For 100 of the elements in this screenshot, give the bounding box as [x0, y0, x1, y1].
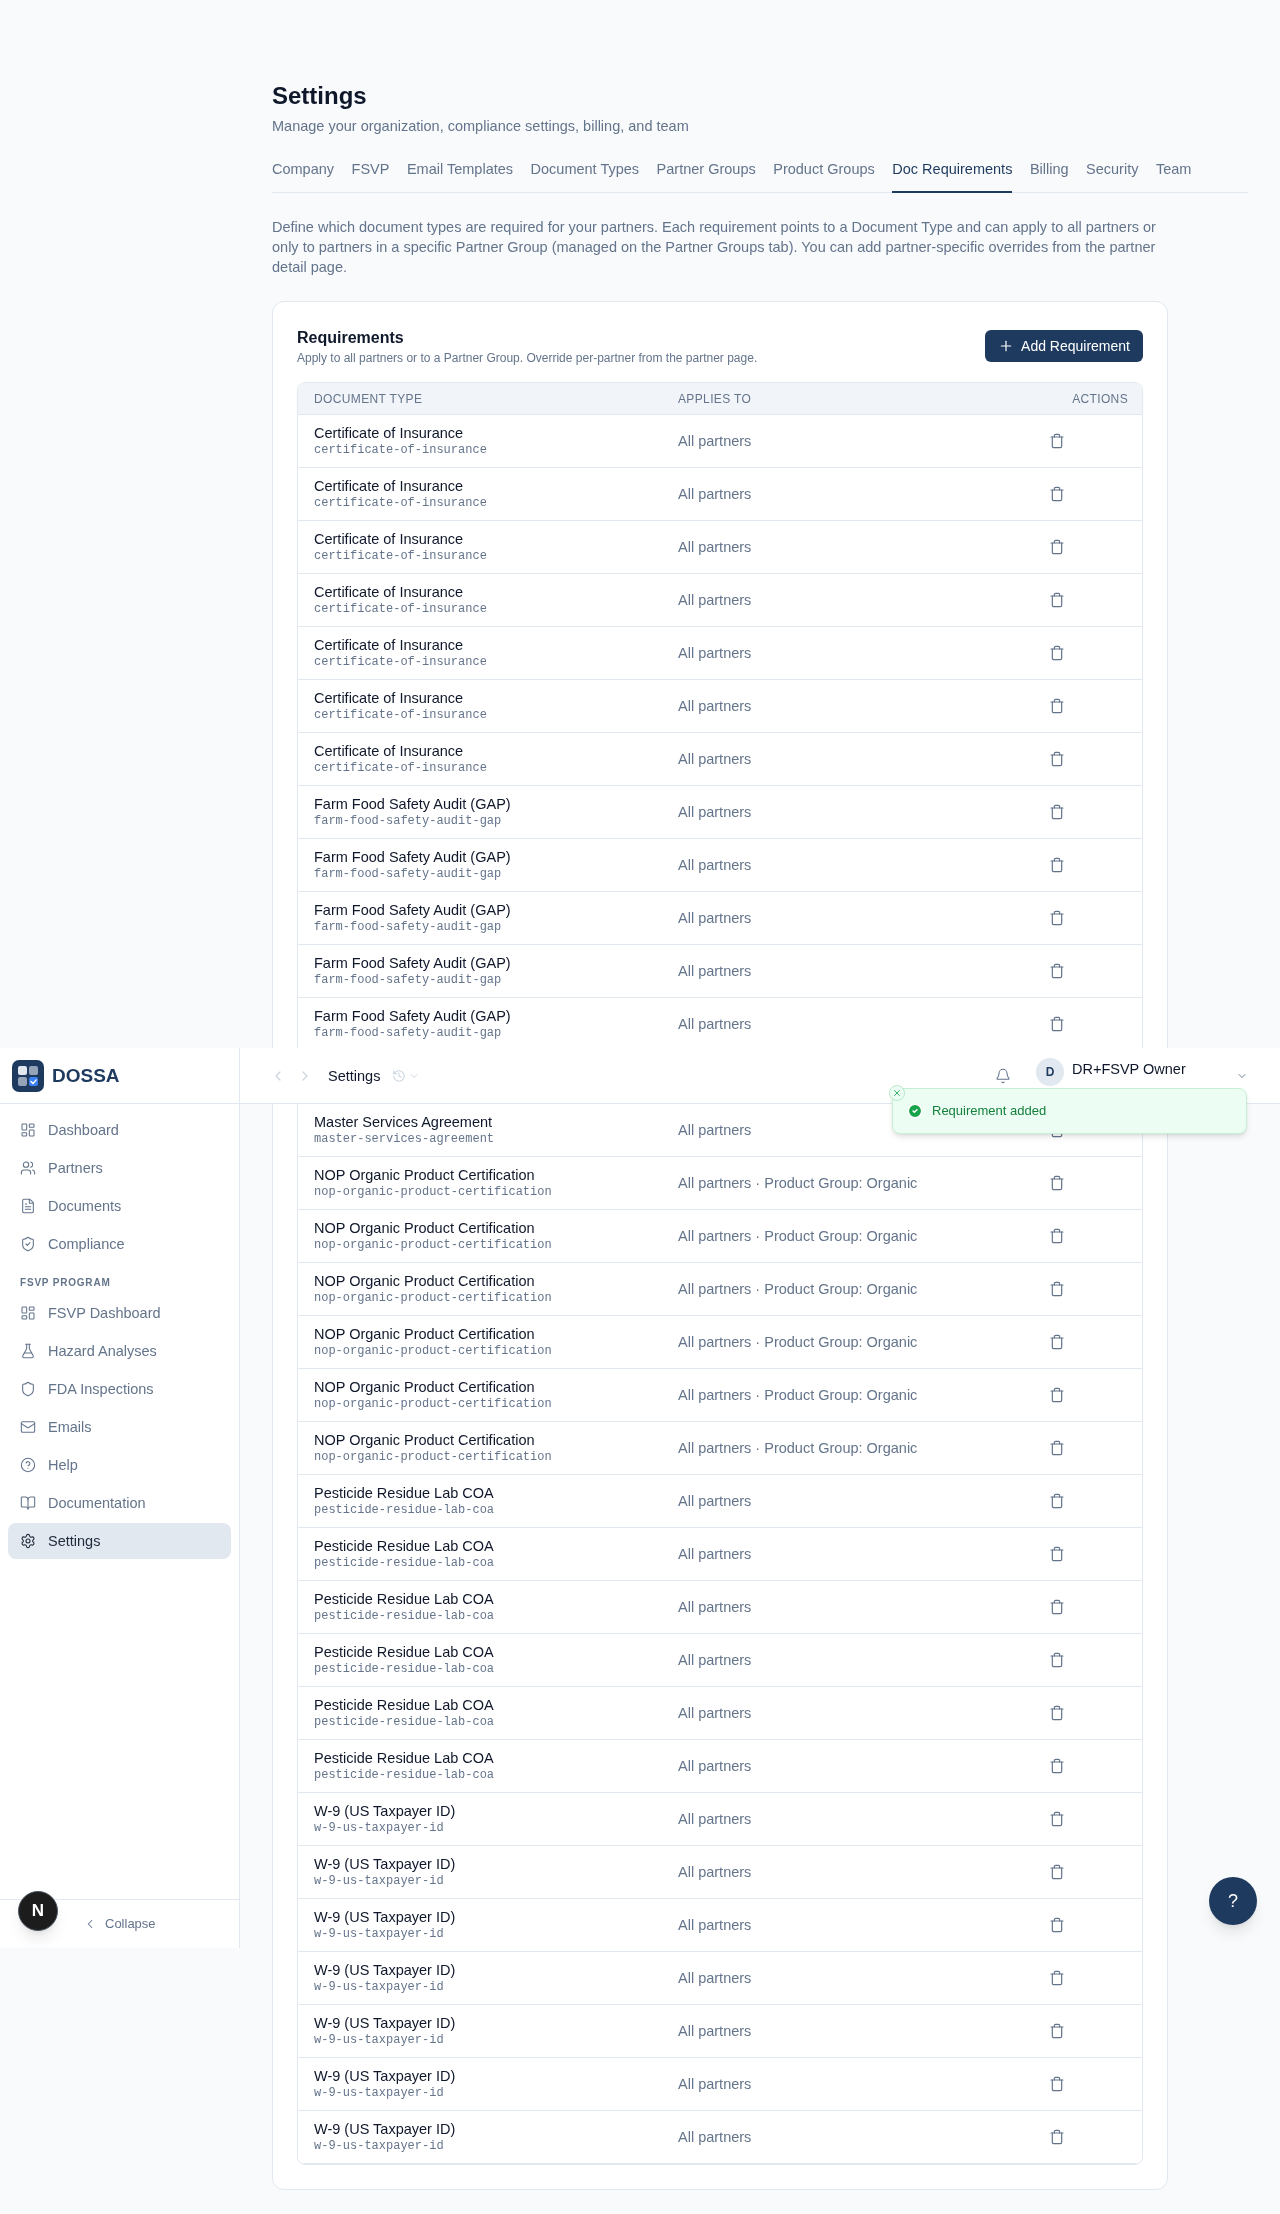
sidebar-item[interactable]: Documents: [8, 1188, 231, 1224]
applies-to-text: All partners: [678, 2128, 752, 2147]
delete-button[interactable]: [1049, 1175, 1065, 1191]
document-type-slug: pesticide-residue-lab-coa: [314, 1714, 495, 1730]
delete-button[interactable]: [1049, 1493, 1065, 1509]
trash-icon: [1049, 1175, 1065, 1191]
trash-icon: [1049, 1652, 1065, 1668]
settings-tab[interactable]: Product Groups: [773, 159, 875, 193]
settings-tab[interactable]: Document Types: [530, 159, 640, 193]
trash-icon: [1049, 645, 1065, 661]
sidebar-item[interactable]: Hazard Analyses: [8, 1333, 231, 1369]
document-type-slug: pesticide-residue-lab-coa: [314, 1661, 495, 1677]
trash-icon: [1049, 1493, 1065, 1509]
applies-to-text: All partners: [678, 1651, 752, 1670]
settings-tab[interactable]: Doc Requirements: [892, 159, 1013, 193]
settings-tab[interactable]: FSVP: [351, 159, 390, 193]
delete-button[interactable]: [1049, 698, 1065, 714]
delete-button[interactable]: [1049, 1440, 1065, 1456]
document-type-name: NOP Organic Product Certification: [314, 1378, 535, 1396]
document-type-name: Certificate of Insurance: [314, 477, 464, 495]
document-type-name: Farm Food Safety Audit (GAP): [314, 1007, 511, 1025]
delete-button[interactable]: [1049, 857, 1065, 873]
delete-button[interactable]: [1049, 1705, 1065, 1721]
applies-to-text: All partners: [678, 750, 752, 769]
document-type-slug: w-9-us-taxpayer-id: [314, 2032, 444, 2048]
settings-tab[interactable]: Security: [1086, 159, 1139, 193]
add-requirement-button[interactable]: Add Requirement: [985, 330, 1143, 362]
sidebar-item[interactable]: Settings: [8, 1523, 231, 1559]
delete-button[interactable]: [1049, 963, 1065, 979]
delete-button[interactable]: [1049, 1864, 1065, 1880]
delete-button[interactable]: [1049, 1334, 1065, 1350]
trash-icon: [1049, 1016, 1065, 1032]
notifications-button[interactable]: [995, 1067, 1011, 1084]
user-name: DR+FSVP Owner: [1072, 1059, 1187, 1078]
delete-button[interactable]: [1049, 804, 1065, 820]
applies-to-text: All partners · Product Group: Organic: [678, 1386, 918, 1405]
document-type-slug: pesticide-residue-lab-coa: [314, 1502, 495, 1518]
settings-tab[interactable]: Company: [272, 159, 335, 193]
trash-icon: [1049, 1970, 1065, 1986]
trash-icon: [1049, 1705, 1065, 1721]
applies-to-text: All partners · Product Group: Organic: [678, 1280, 918, 1299]
delete-button[interactable]: [1049, 486, 1065, 502]
help-button[interactable]: ?: [1209, 1877, 1257, 1925]
delete-button[interactable]: [1049, 2023, 1065, 2039]
delete-button[interactable]: [1049, 539, 1065, 555]
settings-tab[interactable]: Partner Groups: [656, 159, 756, 193]
sidebar-item[interactable]: Dashboard: [8, 1112, 231, 1148]
trash-icon: [1049, 1546, 1065, 1562]
applies-to-text: All partners: [678, 1757, 752, 1776]
delete-button[interactable]: [1049, 910, 1065, 926]
applies-to-text: All partners: [678, 591, 752, 610]
delete-button[interactable]: [1049, 751, 1065, 767]
applies-to-text: All partners: [678, 432, 752, 451]
sidebar-item[interactable]: Emails: [8, 1409, 231, 1445]
delete-button[interactable]: [1049, 433, 1065, 449]
settings-tab[interactable]: Team: [1155, 159, 1192, 193]
settings-tab[interactable]: Email Templates: [406, 159, 514, 193]
delete-button[interactable]: [1049, 1016, 1065, 1032]
sidebar-item[interactable]: Compliance: [8, 1226, 231, 1262]
user-avatar: D: [1036, 1057, 1064, 1086]
delete-button[interactable]: [1049, 1228, 1065, 1244]
trash-icon: [1049, 1758, 1065, 1774]
delete-button[interactable]: [1049, 1758, 1065, 1774]
applies-to-text: All partners: [678, 1598, 752, 1617]
settings-tab[interactable]: Billing: [1029, 159, 1069, 193]
delete-button[interactable]: [1049, 1599, 1065, 1615]
document-type-name: Master Services Agreement: [314, 1113, 493, 1131]
delete-button[interactable]: [1049, 1546, 1065, 1562]
document-type-slug: farm-food-safety-audit-gap: [314, 866, 502, 882]
applies-to-text: All partners: [678, 1492, 752, 1511]
sidebar-item[interactable]: Partners: [8, 1150, 231, 1186]
document-type-name: NOP Organic Product Certification: [314, 1431, 535, 1449]
applies-to-text: All partners: [678, 1969, 752, 1988]
delete-button[interactable]: [1049, 1917, 1065, 1933]
sidebar-item[interactable]: FSVP Dashboard: [8, 1295, 231, 1331]
delete-button[interactable]: [1049, 1652, 1065, 1668]
document-type-slug: w-9-us-taxpayer-id: [314, 2138, 444, 2154]
delete-button[interactable]: [1049, 1811, 1065, 1827]
delete-button[interactable]: [1049, 1970, 1065, 1986]
delete-button[interactable]: [1049, 2076, 1065, 2092]
document-type-slug: pesticide-residue-lab-coa: [314, 1608, 495, 1624]
trash-icon: [1049, 804, 1065, 820]
trash-icon: [1049, 1387, 1065, 1403]
sidebar-item[interactable]: Documentation: [8, 1485, 231, 1521]
delete-button[interactable]: [1049, 2129, 1065, 2145]
document-type-name: Farm Food Safety Audit (GAP): [314, 795, 511, 813]
delete-button[interactable]: [1049, 645, 1065, 661]
document-icon: [20, 1198, 36, 1214]
collapse-button[interactable]: Collapse: [83, 1914, 156, 1934]
brand-name: DOSSA: [52, 1063, 120, 1088]
delete-button[interactable]: [1049, 1281, 1065, 1297]
delete-button[interactable]: [1049, 592, 1065, 608]
document-type-name: Farm Food Safety Audit (GAP): [314, 901, 511, 919]
document-type-slug: w-9-us-taxpayer-id: [314, 1926, 444, 1942]
sidebar-item[interactable]: FDA Inspections: [8, 1371, 231, 1407]
sidebar-item[interactable]: Help: [8, 1447, 231, 1483]
delete-button[interactable]: [1049, 1387, 1065, 1403]
document-type-name: Certificate of Insurance: [314, 689, 464, 707]
column-header: ACTIONS: [1072, 390, 1128, 407]
applies-to-text: All partners: [678, 1545, 752, 1564]
